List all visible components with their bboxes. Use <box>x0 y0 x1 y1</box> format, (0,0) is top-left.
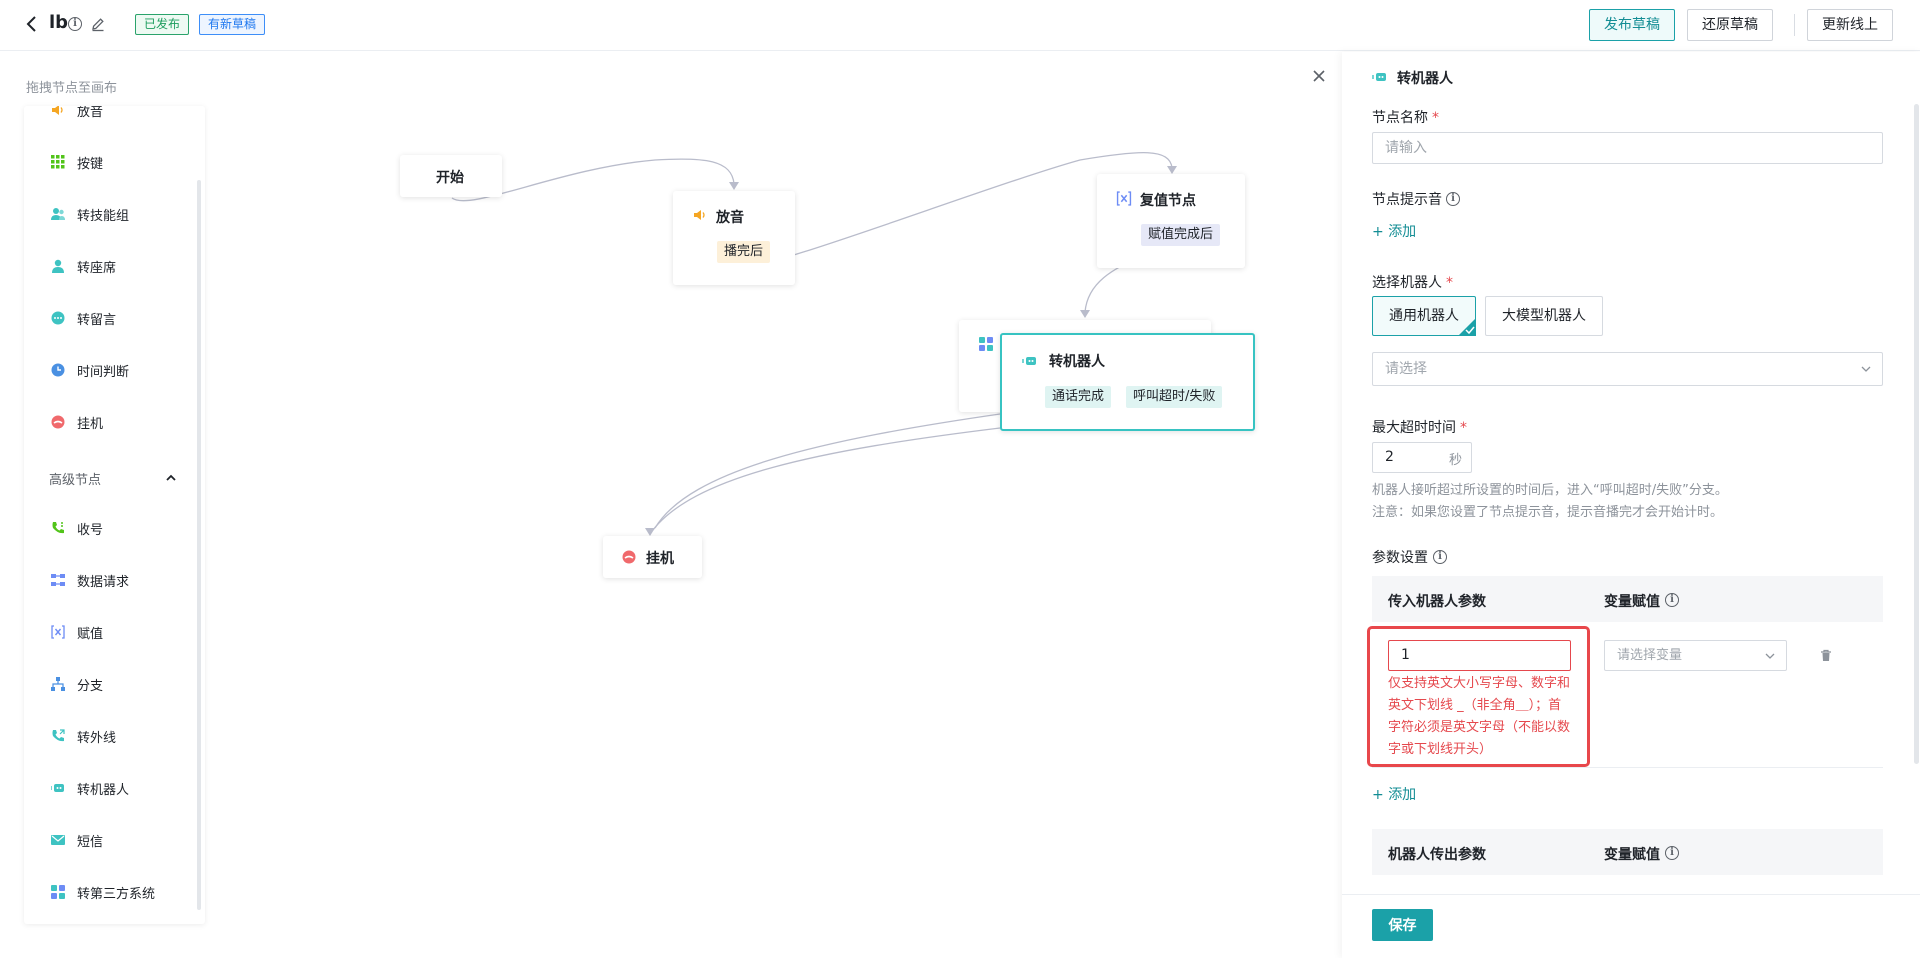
panel-scrollbar[interactable] <box>1914 104 1919 764</box>
chevron-down-icon <box>1765 653 1775 659</box>
node-name-label: 节点名称 * <box>1372 110 1439 126</box>
palette-item-agent[interactable]: 转座席 <box>51 255 116 277</box>
robot-select-label: 选择机器人 * <box>1372 275 1453 291</box>
variable-icon <box>1116 191 1132 206</box>
branch-chip-call-timeout[interactable]: 呼叫超时/失败 <box>1126 386 1223 408</box>
keypad-icon <box>51 155 65 169</box>
in-param-name-input[interactable]: 1 <box>1388 640 1571 671</box>
speaker-icon <box>52 106 63 115</box>
timeout-note: 注意：如果您设置了节点提示音，提示音播完才会开始计时。 <box>1372 505 1724 520</box>
palette-item-branch[interactable]: 分支 <box>51 673 103 695</box>
update-online-button[interactable]: 更新线上 <box>1807 9 1893 41</box>
add-prompt-tone-link[interactable]: + 添加 <box>1372 221 1416 241</box>
branch-chip-call-done[interactable]: 通话完成 <box>1045 386 1112 408</box>
restore-draft-button[interactable]: 还原草稿 <box>1687 9 1773 41</box>
info-icon[interactable]: i <box>1665 846 1679 860</box>
in-params-table-header: 传入机器人参数 变量赋值 i <box>1372 576 1883 622</box>
chevron-down-icon <box>1861 366 1871 372</box>
save-button[interactable]: 保存 <box>1372 909 1433 941</box>
robot-option-general[interactable]: 通用机器人 <box>1372 296 1476 336</box>
envelope-icon <box>51 835 65 845</box>
palette-item-keypress[interactable]: 按键 <box>51 151 103 173</box>
palette-item-third-party[interactable]: 转第三方系统 <box>51 881 155 903</box>
palette-scrollbar[interactable] <box>197 180 201 910</box>
in-param-error-message: 仅支持英文大小写字母、数字和英文下划线 _（非全角＿）；首字符必须是英文字母（不… <box>1388 676 1571 757</box>
timeout-label: 最大超时时间 * <box>1372 420 1467 436</box>
variable-icon <box>51 625 65 639</box>
row-divider <box>1372 767 1883 768</box>
node-name-input[interactable] <box>1372 132 1883 164</box>
palette-item-voicemail[interactable]: 转留言 <box>51 307 116 329</box>
robot-option-llm[interactable]: 大模型机器人 <box>1485 296 1603 336</box>
trash-icon[interactable] <box>1820 649 1832 662</box>
palette-item-time-check[interactable]: 时间判断 <box>51 359 129 381</box>
robot-phone-icon <box>1372 73 1386 81</box>
apps-grid-icon <box>51 885 65 899</box>
plus-icon: + <box>1372 224 1384 240</box>
check-icon <box>1458 318 1476 336</box>
node-assign[interactable]: 复值节点 赋值完成后 <box>1097 174 1245 268</box>
node-robot-selected[interactable]: 转机器人 通话完成 呼叫超时/失败 <box>1000 333 1255 431</box>
variable-select-dropdown[interactable]: 请选择变量 <box>1604 640 1787 671</box>
user-icon <box>52 259 64 273</box>
flow-title: lb <box>49 12 69 33</box>
user-group-icon <box>51 208 65 220</box>
prompt-tone-label: 节点提示音 <box>1372 192 1442 208</box>
info-icon[interactable]: i <box>1446 192 1460 206</box>
info-icon[interactable]: i <box>68 17 82 31</box>
message-icon <box>51 311 65 325</box>
palette-item-robot[interactable]: 转机器人 <box>51 777 129 799</box>
node-play[interactable]: 放音 播完后 <box>673 191 795 285</box>
status-badge-published: 已发布 <box>135 14 190 35</box>
close-icon[interactable] <box>1311 68 1327 84</box>
params-label: 参数设置 <box>1372 550 1428 566</box>
clock-icon <box>51 363 65 377</box>
hangup-icon <box>51 415 65 429</box>
palette-item-sms[interactable]: 短信 <box>51 829 103 851</box>
palette-item-collect-digits[interactable]: 收号 <box>51 517 103 539</box>
info-icon[interactable]: i <box>1433 550 1447 564</box>
publish-draft-button[interactable]: 发布草稿 <box>1589 9 1675 41</box>
timeout-unit: 秒 <box>1449 453 1463 468</box>
edit-icon[interactable] <box>90 16 106 32</box>
palette-item-assign[interactable]: 赋值 <box>51 621 103 643</box>
node-start[interactable]: 开始 <box>400 155 502 197</box>
robot-select-dropdown[interactable]: 请选择 <box>1372 352 1883 386</box>
phone-keypad-icon <box>52 522 64 534</box>
add-param-link[interactable]: + 添加 <box>1372 784 1416 804</box>
header-divider <box>1794 14 1795 36</box>
phone-forward-icon <box>52 729 65 742</box>
chevron-up-icon[interactable] <box>165 473 177 483</box>
back-arrow-icon[interactable] <box>24 14 40 34</box>
timeout-hint: 机器人接听超过所设置的时间后，进入“呼叫超时/失败”分支。 <box>1372 483 1728 498</box>
timeout-input[interactable]: 2 秒 <box>1372 442 1472 473</box>
status-badge-draft: 有新草稿 <box>199 14 266 35</box>
node-palette: 放音 按键 转技能组 转座席 转留言 时间判断 挂机 高级节点 收号 数据请求 … <box>24 106 205 924</box>
advanced-nodes-group[interactable]: 高级节点 <box>49 469 101 488</box>
apps-grid-icon <box>979 337 993 351</box>
branch-chip-play-done[interactable]: 播完后 <box>717 241 771 263</box>
speaker-icon <box>694 210 705 220</box>
top-bar: lb i 已发布 有新草稿 发布草稿 还原草稿 更新线上 <box>0 0 1920 51</box>
robot-phone-icon <box>1022 357 1036 365</box>
data-request-icon <box>51 574 65 586</box>
hangup-icon <box>622 550 636 564</box>
info-icon[interactable]: i <box>1665 593 1679 607</box>
branch-icon <box>51 677 65 691</box>
node-hangup[interactable]: 挂机 <box>603 536 702 578</box>
palette-item-play[interactable]: 放音 <box>51 106 103 121</box>
panel-title: 转机器人 <box>1397 71 1453 87</box>
plus-icon: + <box>1372 787 1384 803</box>
out-params-table-header: 机器人传出参数 变量赋值 i <box>1372 829 1883 875</box>
palette-item-outbound[interactable]: 转外线 <box>51 725 116 747</box>
palette-item-hangup[interactable]: 挂机 <box>51 411 103 433</box>
palette-item-data-request[interactable]: 数据请求 <box>51 569 129 591</box>
palette-item-skill-group[interactable]: 转技能组 <box>51 203 129 225</box>
robot-phone-icon <box>51 784 64 792</box>
palette-hint: 拖拽节点至画布 <box>26 81 118 96</box>
branch-chip-assign-done[interactable]: 赋值完成后 <box>1141 224 1221 246</box>
